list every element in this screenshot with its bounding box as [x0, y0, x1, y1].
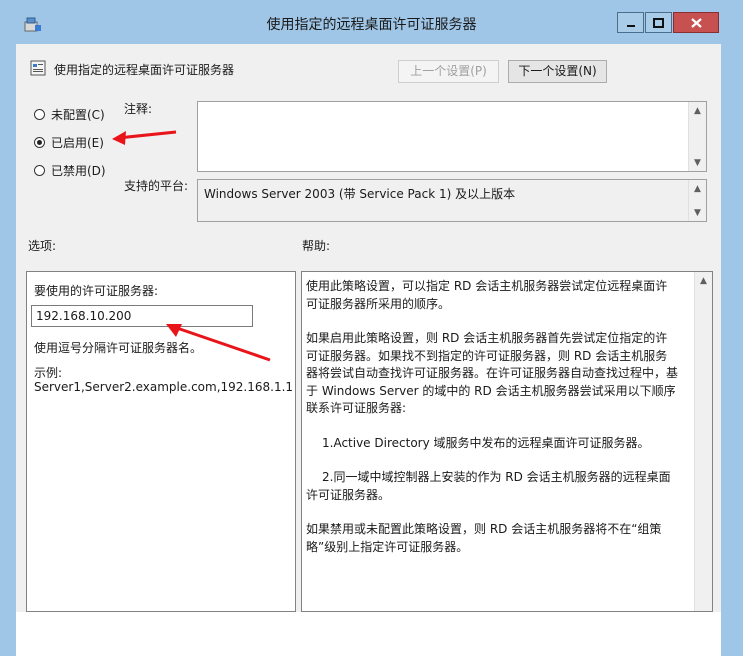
- scroll-down-icon[interactable]: ▼: [689, 204, 706, 221]
- policy-name-label: 使用指定的远程桌面许可证服务器: [54, 63, 235, 77]
- title-bar[interactable]: 使用指定的远程桌面许可证服务器: [0, 0, 743, 44]
- radio-enabled[interactable]: 已启用(E): [34, 134, 104, 151]
- minimize-icon: [626, 24, 635, 27]
- next-setting-button[interactable]: 下一个设置(N): [508, 60, 607, 83]
- comment-scrollbar[interactable]: ▲ ▼: [688, 102, 706, 171]
- help-scrollbar[interactable]: ▲: [694, 272, 712, 611]
- help-paragraph: 1.Active Directory 域服务中发布的远程桌面许可证服务器。: [322, 435, 650, 450]
- radio-enabled-label: 已启用(E): [51, 136, 104, 150]
- radio-enabled-circle[interactable]: [34, 137, 45, 148]
- comment-label: 注释:: [124, 102, 153, 116]
- radio-disabled-label: 已禁用(D): [51, 164, 106, 178]
- close-button[interactable]: [673, 12, 719, 33]
- example-label: 示例:: [34, 366, 63, 380]
- radio-disabled-circle[interactable]: [34, 165, 45, 176]
- scroll-down-icon[interactable]: ▼: [689, 154, 706, 171]
- help-paragraph: 如果禁用或未配置此策略设置，则 RD 会话主机服务器将不在“组策略”级别上指定许…: [306, 522, 662, 554]
- window-frame-right: [721, 44, 743, 656]
- radio-not-configured[interactable]: 未配置(C): [34, 106, 105, 123]
- platform-scrollbar[interactable]: ▲ ▼: [688, 180, 706, 221]
- help-paragraph: 使用此策略设置，可以指定 RD 会话主机服务器尝试定位远程桌面许可证服务器所采用…: [306, 279, 668, 311]
- license-server-field-label: 要使用的许可证服务器:: [34, 284, 159, 298]
- policy-setting-icon: [30, 60, 46, 76]
- platform-label: 支持的平台:: [124, 179, 189, 193]
- previous-setting-button[interactable]: 上一个设置(P): [398, 60, 499, 83]
- close-icon: [690, 17, 702, 28]
- radio-not-configured-circle[interactable]: [34, 109, 45, 120]
- help-paragraph: 2.同一域中域控制器上安装的作为 RD 会话主机服务器的远程桌面许可证服务器。: [306, 470, 671, 502]
- license-server-hint: 使用逗号分隔许可证服务器名。: [34, 341, 203, 355]
- maximize-button[interactable]: [645, 12, 672, 33]
- license-server-input[interactable]: 192.168.10.200: [31, 305, 253, 327]
- platform-field: Windows Server 2003 (带 Service Pack 1) 及…: [197, 179, 707, 222]
- scroll-up-icon[interactable]: ▲: [689, 180, 706, 197]
- radio-disabled[interactable]: 已禁用(D): [34, 162, 106, 179]
- minimize-button[interactable]: [617, 12, 644, 33]
- scroll-up-icon[interactable]: ▲: [695, 272, 712, 289]
- example-value: Server1,Server2.example.com,192.168.1.1: [34, 380, 294, 394]
- window-frame-left: [0, 44, 16, 656]
- maximize-icon: [653, 17, 664, 28]
- help-paragraph: 如果启用此策略设置，则 RD 会话主机服务器首先尝试定位指定的许可证服务器。如果…: [306, 331, 679, 415]
- options-panel: 要使用的许可证服务器: 192.168.10.200 使用逗号分隔许可证服务器名…: [26, 271, 296, 612]
- scroll-up-icon[interactable]: ▲: [689, 102, 706, 119]
- dialog-client-area: 使用指定的远程桌面许可证服务器 上一个设置(P) 下一个设置(N) 未配置(C)…: [16, 44, 721, 612]
- comment-textarea[interactable]: ▲ ▼: [197, 101, 707, 172]
- help-panel: 使用此策略设置，可以指定 RD 会话主机服务器尝试定位远程桌面许可证服务器所采用…: [301, 271, 713, 612]
- policy-dialog-window: 使用指定的远程桌面许可证服务器 使用指定的远程桌面许可证服务器 上一个设置(P)…: [0, 0, 743, 656]
- options-section-label: 选项:: [28, 239, 57, 253]
- radio-not-configured-label: 未配置(C): [51, 108, 105, 122]
- platform-text: Windows Server 2003 (带 Service Pack 1) 及…: [204, 187, 516, 201]
- help-text: 使用此策略设置，可以指定 RD 会话主机服务器尝试定位远程桌面许可证服务器所采用…: [306, 278, 678, 573]
- help-section-label: 帮助:: [302, 239, 331, 253]
